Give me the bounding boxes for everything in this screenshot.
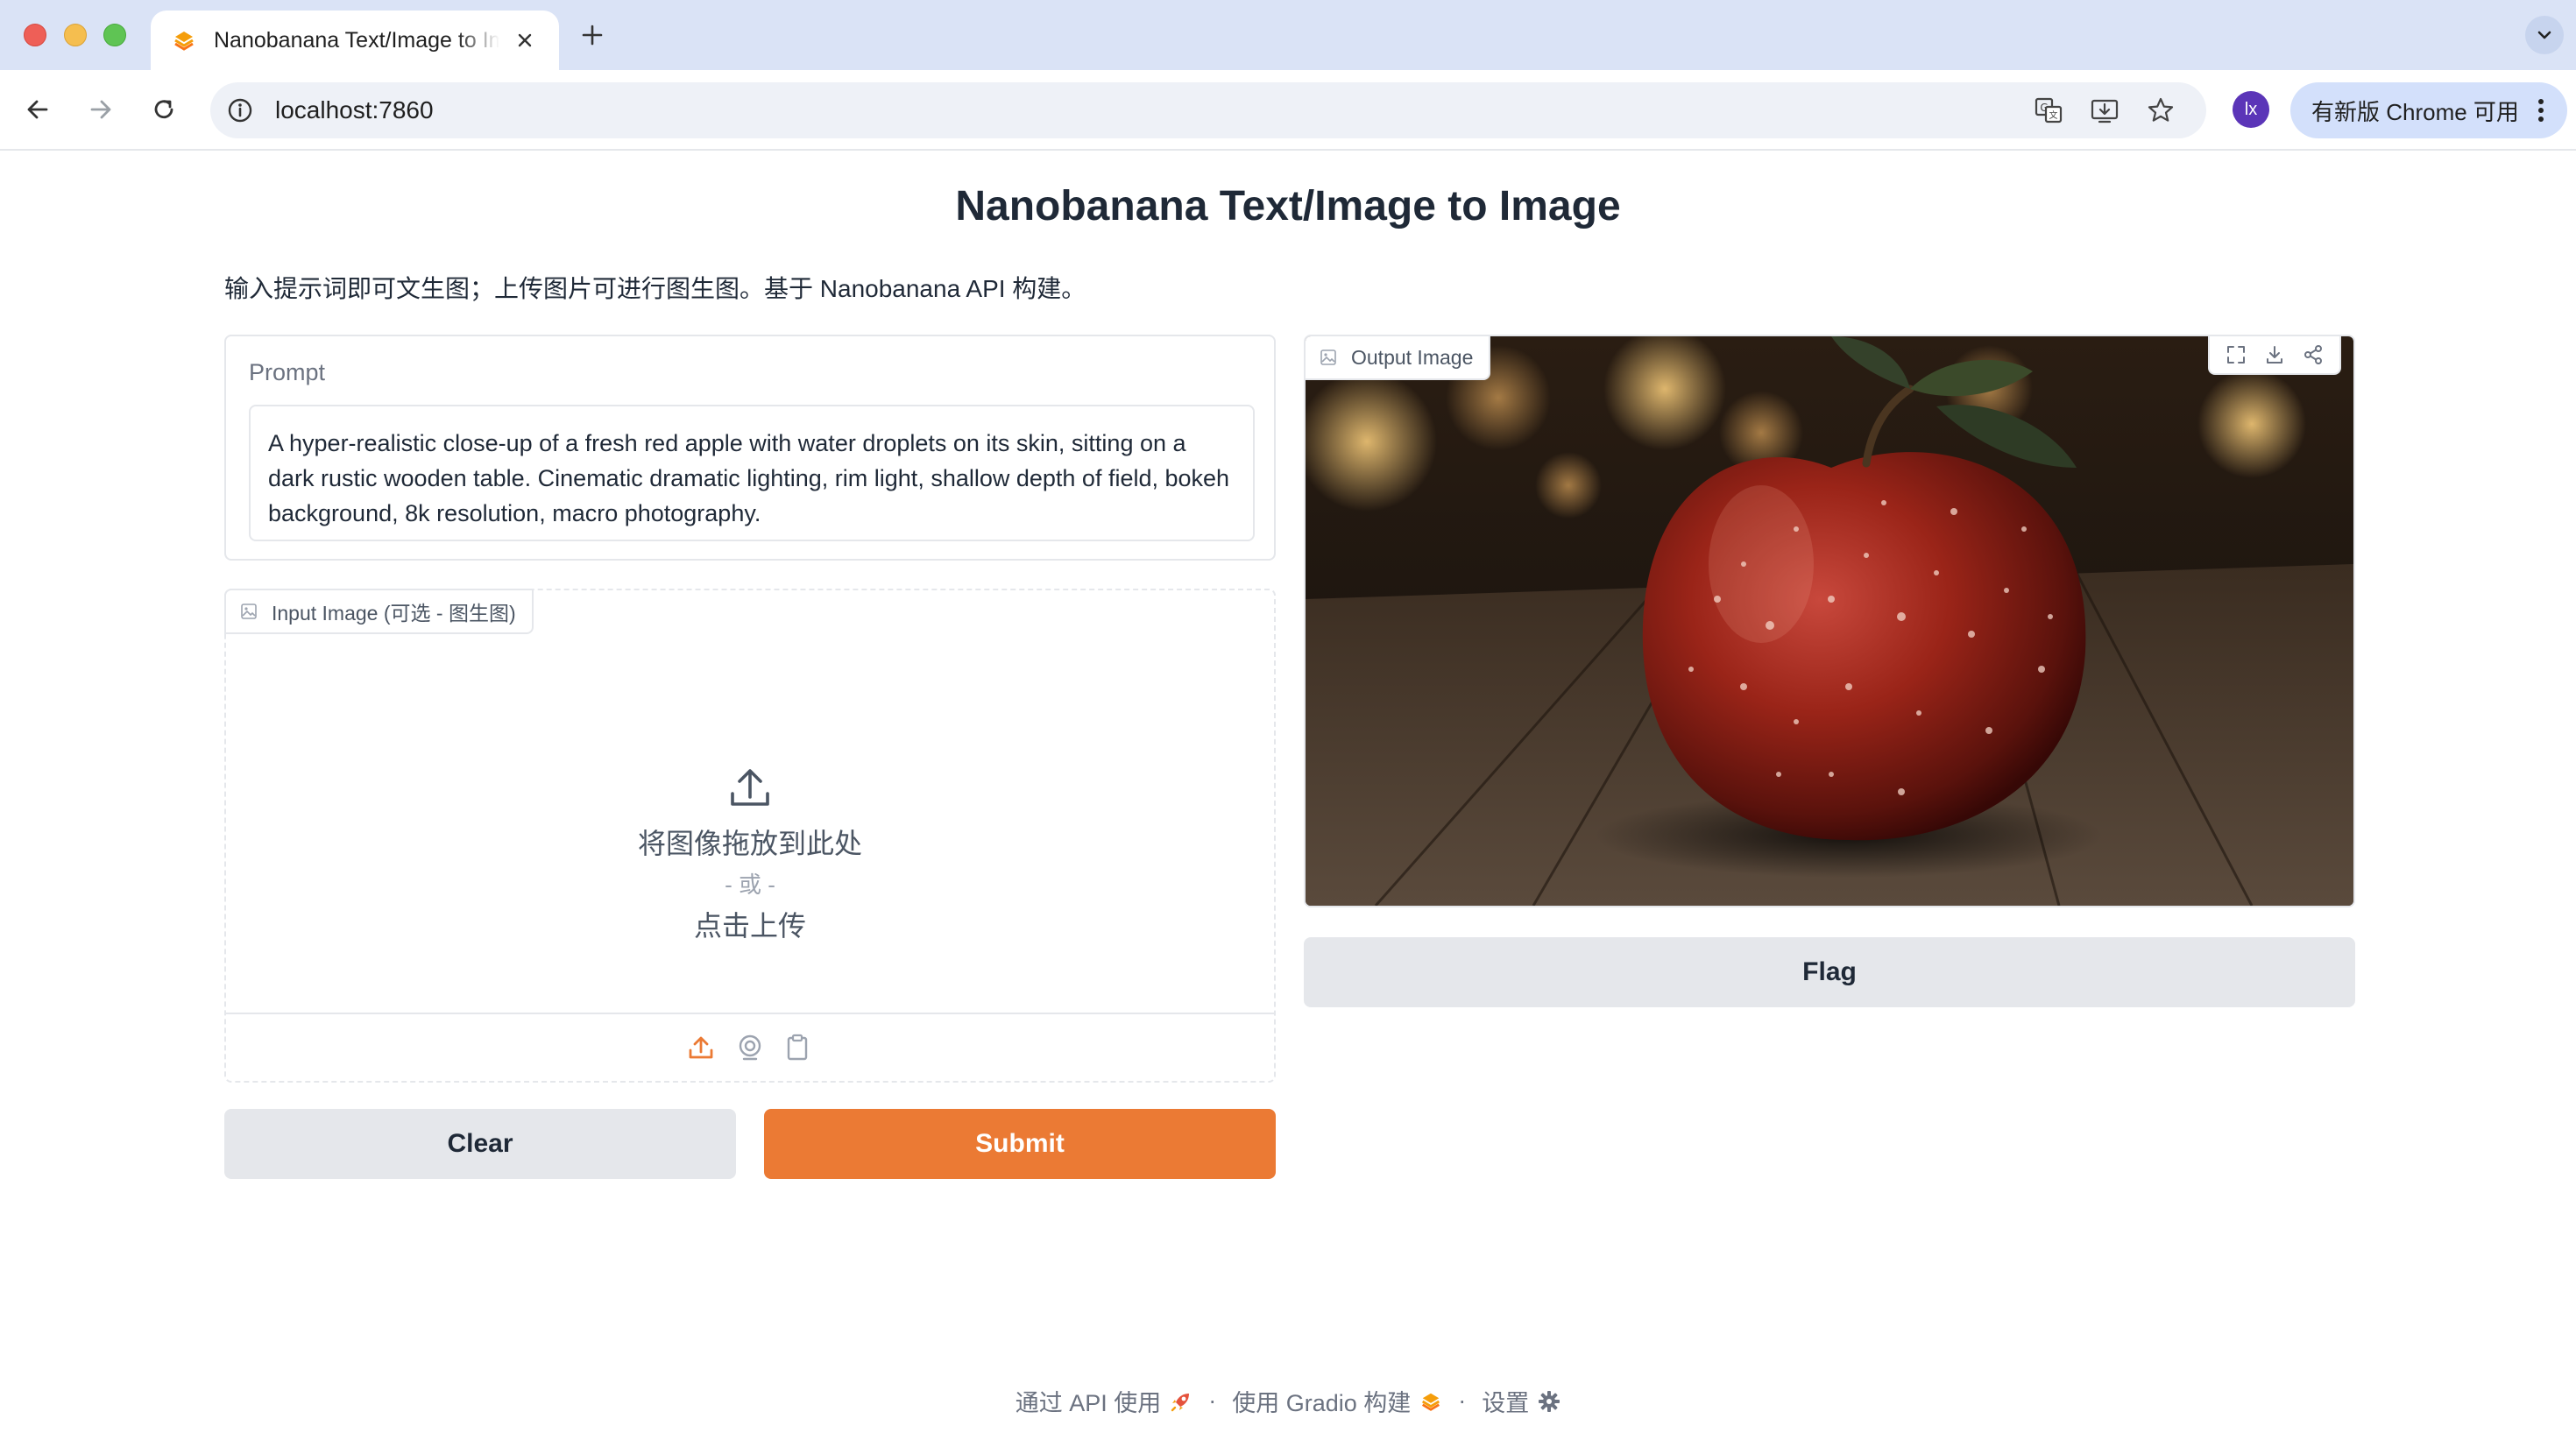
footer-separator: ·: [1458, 1387, 1467, 1414]
fullscreen-icon[interactable]: [2217, 337, 2255, 372]
output-image-label-text: Output Image: [1351, 345, 1474, 369]
click-upload-text: 点击上传: [693, 910, 806, 942]
reload-icon[interactable]: [144, 89, 184, 130]
clipboard-source-icon[interactable]: [782, 1032, 813, 1063]
window-minimize-button[interactable]: [64, 24, 87, 46]
window-close-button[interactable]: [24, 24, 46, 46]
gradio-logo-icon: [1422, 1393, 1440, 1411]
share-icon[interactable]: [2294, 337, 2332, 372]
prompt-textarea[interactable]: A hyper-realistic close-up of a fresh re…: [249, 405, 1255, 541]
flag-button[interactable]: Flag: [1304, 937, 2355, 1007]
footer: 通过 API 使用 · 使用 Gradio 构建 · 设置: [0, 1384, 2576, 1418]
settings-link-text: 设置: [1482, 1390, 1530, 1416]
or-divider-text: - 或 -: [725, 872, 775, 898]
site-info-icon[interactable]: [223, 93, 258, 128]
input-image-label: Input Image (可选 - 图生图): [224, 589, 534, 634]
submit-button[interactable]: Submit: [764, 1109, 1276, 1179]
browser-toolbar: localhost:7860 G文 lx 有新版 Chrome 可用: [0, 70, 2576, 151]
api-link[interactable]: 通过 API 使用: [1016, 1384, 1162, 1418]
chrome-update-button[interactable]: 有新版 Chrome 可用: [2290, 82, 2567, 138]
prompt-label: Prompt: [249, 359, 326, 385]
profile-avatar[interactable]: lx: [2233, 91, 2269, 128]
back-arrow-icon[interactable]: [18, 89, 58, 130]
page-description: 输入提示词即可文生图；上传图片可进行图生图。基于 Nanobanana API …: [224, 275, 1086, 302]
output-image-label: Output Image: [1306, 336, 1491, 380]
address-bar[interactable]: localhost:7860 G文: [210, 82, 2206, 138]
install-app-icon[interactable]: [2087, 93, 2122, 128]
upload-icon: [731, 769, 769, 806]
gradio-link-text: 使用 Gradio 构建: [1232, 1390, 1412, 1416]
update-label: 有新版 Chrome 可用: [2311, 98, 2519, 125]
new-tab-icon[interactable]: [577, 19, 608, 51]
prompt-block: Prompt A hyper-realistic close-up of a f…: [224, 335, 1276, 561]
image-icon: [1320, 349, 1336, 365]
bookmark-star-icon[interactable]: [2143, 93, 2178, 128]
webcam-source-icon[interactable]: [734, 1032, 766, 1063]
output-image-panel: Output Image: [1304, 335, 2355, 907]
generated-apple-image: [1306, 336, 2353, 906]
image-source-selector: [226, 1013, 1274, 1081]
upload-source-icon[interactable]: [685, 1032, 717, 1063]
api-link-text: 通过 API 使用: [1015, 1390, 1162, 1416]
profile-initials: lx: [2244, 99, 2258, 119]
page-title: Nanobanana Text/Image to Image: [955, 183, 1621, 229]
gradio-logo-icon: [174, 32, 194, 51]
gear-icon: [1539, 1390, 1560, 1412]
settings-link[interactable]: 设置: [1482, 1384, 1529, 1418]
clear-button[interactable]: Clear: [224, 1109, 736, 1179]
input-image-panel: Input Image (可选 - 图生图) 将图像拖放到此处 - 或 - 点击…: [224, 589, 1276, 1083]
window-zoom-button[interactable]: [103, 24, 126, 46]
image-drop-zone[interactable]: 将图像拖放到此处 - 或 - 点击上传: [226, 634, 1274, 1013]
close-tab-icon[interactable]: [512, 27, 538, 53]
footer-separator: ·: [1208, 1387, 1217, 1414]
tab-search-chevron-icon[interactable]: [2525, 16, 2564, 54]
input-image-label-text: Input Image (可选 - 图生图): [272, 602, 516, 625]
more-vertical-icon[interactable]: [2530, 93, 2551, 128]
tab-title: Nanobanana Text/Image to Image: [214, 27, 499, 53]
rocket-icon: [1171, 1393, 1190, 1411]
drop-hint-text: 将图像拖放到此处: [637, 828, 862, 859]
svg-text:文: 文: [2049, 109, 2058, 121]
gradio-link[interactable]: 使用 Gradio 构建: [1232, 1384, 1411, 1418]
browser-tab-bar: Nanobanana Text/Image to Image: [0, 0, 2576, 70]
forward-arrow-icon[interactable]: [81, 89, 121, 130]
url-text: localhost:7860: [275, 96, 434, 124]
translate-icon[interactable]: G文: [2031, 93, 2066, 128]
image-icon: [241, 604, 257, 619]
browser-tab-active[interactable]: Nanobanana Text/Image to Image: [151, 11, 559, 70]
image-action-bar: [2208, 336, 2341, 375]
download-icon[interactable]: [2255, 337, 2294, 372]
